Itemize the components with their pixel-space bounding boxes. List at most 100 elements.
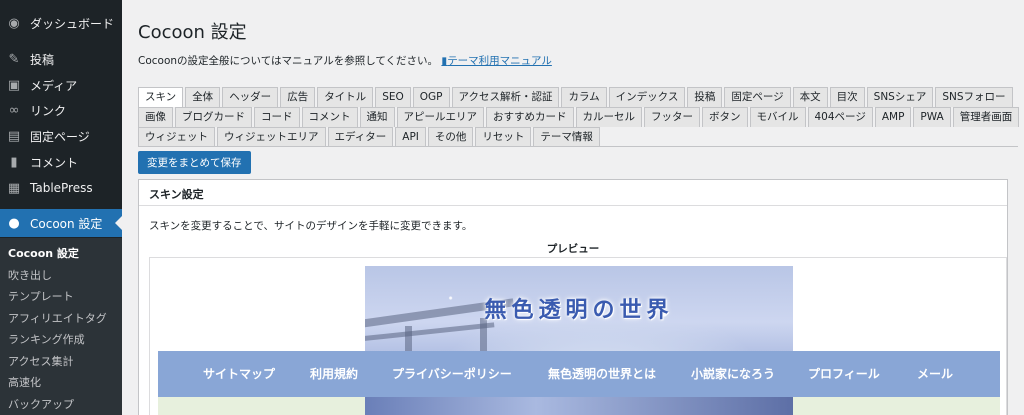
preview-label: プレビュー [546, 243, 600, 255]
tab-row1-5[interactable]: SEO [375, 87, 411, 107]
sidebar-item-label: 投稿 [30, 52, 55, 67]
preview-nav-bar: サイトマップ 利用規約 プライバシーポリシー 無色透明の世界とは 小説家になろう… [158, 351, 1000, 397]
skin-preview: 無色透明の世界 サイトマップ 利用規約 プライバシーポリシー 無色透明の世界とは… [149, 257, 1007, 415]
sidebar-item-label: ダッシュボード [30, 16, 115, 31]
sidebar-item-label: メディア [30, 78, 78, 93]
nav-item-sitemap[interactable]: サイトマップ [203, 351, 275, 397]
tab-row1-6[interactable]: OGP [412, 87, 450, 107]
panel-title: スキン設定 [149, 188, 204, 201]
tab-row2-13[interactable]: PWA [913, 107, 951, 127]
submenu-template[interactable]: テンプレート [8, 288, 74, 304]
sidebar-item-media[interactable]: ▣ メディア [0, 72, 122, 98]
manual-link-label: テーマ利用マニュアル [447, 55, 552, 67]
media-icon: ▣ [7, 77, 21, 93]
tab-row1-14[interactable]: SNSシェア [866, 87, 934, 107]
tab-row1-13[interactable]: 目次 [829, 87, 865, 107]
sidebar-item-label: TablePress [30, 181, 93, 195]
submenu-speedup[interactable]: 高速化 [8, 374, 41, 390]
nav-item-mail[interactable]: メール [917, 351, 953, 397]
tab-row3-4[interactable]: その他 [427, 127, 474, 147]
sidebar-item-label: コメント [30, 155, 79, 170]
tab-row3-6[interactable]: テーマ情報 [533, 127, 600, 147]
manual-link[interactable]: ▮テーマ利用マニュアル [441, 55, 551, 67]
tab-row2-5[interactable]: アピールエリア [396, 107, 484, 127]
tab-row1-8[interactable]: カラム [561, 87, 607, 107]
submenu-ranking[interactable]: ランキング作成 [8, 331, 85, 347]
tab-row3-3[interactable]: API [395, 127, 426, 147]
preview-header-image-lower [365, 397, 793, 415]
intro-text: Cocoonの設定全般についてはマニュアルを参照してください。 ▮テーマ利用マニ… [138, 53, 552, 68]
tab-row2-11[interactable]: 404ページ [807, 107, 873, 127]
tab-row3-0[interactable]: ウィジェット [138, 127, 215, 147]
sidebar-item-posts[interactable]: ✎ 投稿 [0, 46, 122, 72]
nav-item-narou[interactable]: 小説家になろう [691, 351, 775, 397]
table-icon: ▦ [7, 180, 21, 196]
cocoon-submenu: Cocoon 設定 吹き出し テンプレート アフィリエイトタグ ランキング作成 … [0, 238, 122, 415]
tab-row1-0[interactable]: スキン [138, 87, 184, 107]
submenu-backup[interactable]: バックアップ [8, 396, 74, 412]
sidebar-item-tablepress[interactable]: ▦ TablePress [0, 175, 122, 201]
tab-row1-12[interactable]: 本文 [792, 87, 828, 107]
sidebar-item-dashboard[interactable]: ◉ ダッシュボード [0, 10, 122, 36]
submenu-speech-balloon[interactable]: 吹き出し [8, 267, 52, 283]
tab-divider [138, 146, 1018, 147]
page-title: Cocoon 設定 [138, 22, 247, 43]
tab-row1-2[interactable]: ヘッダー [222, 87, 279, 107]
sidebar-item-label: リンク [30, 103, 67, 118]
sidebar-item-links[interactable]: ∞ リンク [0, 97, 122, 123]
nav-item-terms[interactable]: 利用規約 [310, 351, 358, 397]
tab-row-2: 画像 ブログカード コード コメント 通知 アピールエリア おすすめカード カルーセル フッター… [138, 107, 1021, 127]
tab-row2-3[interactable]: コメント [301, 107, 358, 127]
tab-row2-9[interactable]: ボタン [702, 107, 748, 127]
sidebar-item-label: Cocoon 設定 [30, 216, 103, 231]
nav-item-about[interactable]: 無色透明の世界とは [548, 351, 656, 397]
link-icon: ∞ [8, 102, 20, 118]
submenu-access-stats[interactable]: アクセス集計 [8, 353, 73, 369]
panel-divider [139, 205, 1007, 206]
tab-row1-1[interactable]: 全体 [185, 87, 221, 107]
pin-icon: ✎ [8, 51, 20, 67]
tab-row-1: スキン 全体 ヘッダー 広告 タイトル SEO OGP アクセス解析・認証 カラム インデックス投… [138, 87, 1015, 107]
tab-row1-9[interactable]: インデックス [608, 87, 686, 107]
sidebar-item-label: 固定ページ [30, 129, 90, 144]
tab-row2-14[interactable]: 管理者画面 [952, 107, 1020, 127]
admin-sidebar: ◉ ダッシュボード ✎ 投稿 ▣ メディア ∞ リンク ▤ 固定ページ ▮ コメ… [0, 0, 122, 415]
tab-row2-10[interactable]: モバイル [749, 107, 806, 127]
tab-row2-6[interactable]: おすすめカード [486, 107, 574, 127]
submenu-affiliate-tag[interactable]: アフィリエイトタグ [8, 310, 107, 326]
tab-row1-10[interactable]: 投稿 [687, 87, 723, 107]
tab-row2-7[interactable]: カルーセル [575, 107, 642, 127]
torii-beam [365, 322, 495, 343]
intro-label: Cocoonの設定全般についてはマニュアルを参照してください。 [138, 55, 439, 67]
cocoon-icon: ● [8, 215, 20, 231]
nav-item-privacy[interactable]: プライバシーポリシー [392, 351, 512, 397]
tab-row1-4[interactable]: タイトル [317, 87, 374, 107]
main-content: Cocoon 設定 Cocoonの設定全般についてはマニュアルを参照してください… [122, 0, 1024, 415]
sidebar-item-cocoon[interactable]: ● Cocoon 設定 [0, 209, 122, 237]
tab-row2-1[interactable]: ブログカード [175, 107, 252, 127]
nav-item-profile[interactable]: プロフィール [808, 351, 880, 397]
page-icon: ▤ [7, 128, 21, 144]
tab-row1-7[interactable]: アクセス解析・認証 [451, 87, 560, 107]
tab-row1-3[interactable]: 広告 [280, 87, 316, 107]
sidebar-item-pages[interactable]: ▤ 固定ページ [0, 123, 122, 149]
tab-row2-4[interactable]: 通知 [359, 107, 395, 127]
tab-row1-11[interactable]: 固定ページ [724, 87, 791, 107]
comment-icon: ▮ [10, 154, 18, 170]
dashboard-icon: ◉ [8, 15, 20, 31]
tab-row2-8[interactable]: フッター [644, 107, 700, 127]
tab-row2-12[interactable]: AMP [874, 107, 912, 127]
submenu-cocoon-settings[interactable]: Cocoon 設定 [8, 245, 79, 261]
panel-description: スキンを変更することで、サイトのデザインを手軽に変更できます。 [149, 220, 473, 232]
tab-row2-0[interactable]: 画像 [138, 107, 173, 127]
skin-settings-panel: スキン設定 スキンを変更することで、サイトのデザインを手軽に変更できます。 プレ… [138, 179, 1008, 415]
tab-row2-2[interactable]: コード [254, 107, 300, 127]
tab-row1-15[interactable]: SNSフォロー [935, 87, 1013, 107]
tab-row-3: ウィジェット ウィジェットエリア エディター API その他 リセット テーマ情報 [138, 127, 602, 147]
site-title: 無色透明の世界 [484, 297, 674, 323]
save-all-button[interactable]: 変更をまとめて保存 [138, 151, 251, 174]
sidebar-item-comments[interactable]: ▮ コメント [0, 149, 122, 175]
tab-row3-1[interactable]: ウィジェットエリア [217, 127, 326, 147]
tab-row3-2[interactable]: エディター [327, 127, 394, 147]
tab-row3-5[interactable]: リセット [475, 127, 532, 147]
